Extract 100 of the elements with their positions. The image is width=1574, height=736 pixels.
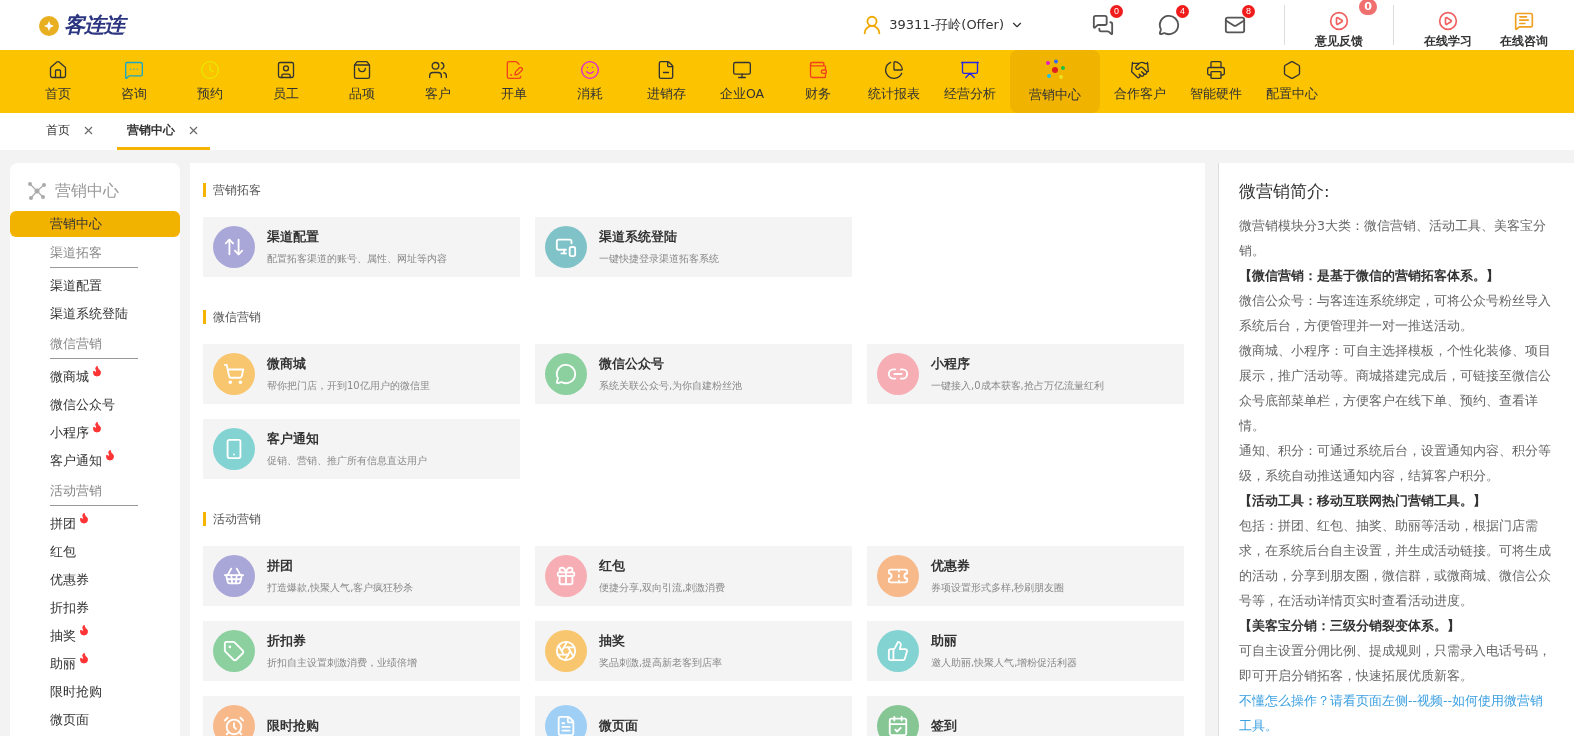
tag-icon <box>223 640 245 662</box>
card-description: 一键接入,0成本获客,抢占万亿流量红利 <box>931 378 1104 393</box>
count-badge: 4 <box>1176 5 1189 18</box>
chat-icon <box>1092 14 1114 36</box>
nav-item[interactable]: 统计报表 <box>859 50 929 113</box>
feature-card[interactable]: 折扣券 折扣自主设置刺激消费，业绩倍增 <box>203 621 520 681</box>
nav-item[interactable]: 合作客户 <box>1105 50 1175 113</box>
feature-card[interactable]: 优惠券 券项设置形式多样,秒刷朋友圈 <box>867 546 1184 606</box>
document-icon <box>656 60 676 80</box>
nav-item[interactable]: 预约 <box>175 50 245 113</box>
chat-icon <box>1514 10 1534 31</box>
nav-item[interactable]: 智能硬件 <box>1181 50 1251 113</box>
intro-paragraph: 微营销模块分3大类：微信营销、活动工具、美客宝分销。 <box>1239 217 1547 260</box>
feature-card[interactable]: 红包 便捷分享,双向引流,刺激消费 <box>535 546 852 606</box>
bag-icon <box>223 565 245 587</box>
nav-item[interactable]: 进销存 <box>631 50 701 113</box>
clock-icon <box>200 60 220 80</box>
notification-button[interactable]: 8 <box>1215 5 1255 45</box>
card-description: 折扣自主设置刺激消费，业绩倍增 <box>267 655 417 670</box>
card-title: 折扣券 <box>267 632 307 650</box>
sidebar-item[interactable]: 微页面 <box>10 706 180 734</box>
feature-card[interactable]: 渠道配置 配置拓客渠道的账号、属性、网址等内容 <box>203 217 520 277</box>
sidebar-item[interactable]: 限时抢购 <box>10 678 180 706</box>
feature-card[interactable]: 拼团 打造爆款,快聚人气,客户疯狂秒杀 <box>203 546 520 606</box>
chat-icon <box>124 60 144 80</box>
intro-paragraph: 可自主设置分佣比例、提成规则，只需录入电话号码，即可开启分销拓客，快速拓展优质新客。 <box>1239 642 1552 685</box>
feature-card[interactable]: 渠道系统登陆 一键快捷登录渠道拓客系统 <box>535 217 852 277</box>
card-title: 客户通知 <box>267 430 320 448</box>
sidebar-item[interactable]: 折扣券 <box>10 594 180 622</box>
sidebar-item[interactable]: 微信公众号 <box>10 391 180 419</box>
card-title: 渠道配置 <box>267 228 320 246</box>
nav-item[interactable]: 开单 <box>479 50 549 113</box>
card-description: 便捷分享,双向引流,刺激消费 <box>599 580 726 595</box>
feature-card[interactable]: 限时抢购 <box>203 696 520 736</box>
card-title: 渠道系统登陆 <box>599 228 678 246</box>
feature-card[interactable]: 微信公众号 系统关联公众号,为你自建粉丝池 <box>535 344 852 404</box>
notification-button[interactable]: 4 <box>1149 5 1189 45</box>
wallet-icon <box>808 60 828 80</box>
nav-item[interactable]: 营销中心 <box>1010 50 1100 113</box>
sidebar-item[interactable]: 优惠券 <box>10 566 180 594</box>
nav-item[interactable]: 财务 <box>783 50 853 113</box>
nav-item[interactable]: 员工 <box>251 50 321 113</box>
feature-card[interactable]: 微页面 <box>535 696 852 736</box>
header-link[interactable]: 在线咨询 <box>1486 0 1562 52</box>
bag-icon <box>352 60 372 80</box>
nav-item[interactable]: 配置中心 <box>1257 50 1327 113</box>
nav-item[interactable]: 客户 <box>403 50 473 113</box>
card-title: 红包 <box>599 557 626 575</box>
section-title: 微信营销 <box>203 310 1192 324</box>
sidebar-item[interactable]: 渠道系统登陆 <box>10 300 180 328</box>
feature-card[interactable]: 微商城 帮你把门店，开到10亿用户的微信里 <box>203 344 520 404</box>
intro-title: 微营销简介: <box>1239 181 1331 203</box>
nav-item[interactable]: 品项 <box>327 50 397 113</box>
play-icon <box>1438 10 1458 31</box>
card-description: 券项设置形式多样,秒刷朋友圈 <box>931 580 1065 595</box>
nav-item[interactable]: 首页 <box>23 50 93 113</box>
flame-icon <box>91 421 103 433</box>
feature-card[interactable]: 抽奖 奖品刺激,提高新老客到店率 <box>535 621 852 681</box>
card-description: 系统关联公众号,为你自建粉丝池 <box>599 378 743 393</box>
count-badge: 8 <box>1242 5 1255 18</box>
page-tab[interactable]: 营销中心 <box>117 122 210 150</box>
arrows-icon <box>223 236 245 258</box>
intro-paragraph: 微信公众号：与客连连系统绑定，可将公众号粉丝导入系统后台，方便管理并一对一推送活动。 <box>1239 292 1552 335</box>
page-tab[interactable]: 首页 <box>36 122 105 150</box>
feature-card[interactable]: 签到 <box>867 696 1184 736</box>
notification-button[interactable]: 0 <box>1083 5 1123 45</box>
nav-item[interactable]: 企业OA <box>707 50 777 113</box>
sidebar-item[interactable]: 助丽 <box>10 650 180 678</box>
smile-icon <box>580 60 600 80</box>
nav-item[interactable]: 咨询 <box>99 50 169 113</box>
card-title: 抽奖 <box>599 632 626 650</box>
feature-card[interactable]: 助丽 邀人助丽,快聚人气,增粉促活利器 <box>867 621 1184 681</box>
user-menu[interactable]: 39311-孖岭(Offer) <box>855 13 1030 37</box>
sidebar-item[interactable]: 红包 <box>10 538 180 566</box>
count-badge: 0 <box>1110 5 1123 18</box>
handshake-icon <box>1130 60 1150 80</box>
count-badge: 0 <box>1359 0 1377 15</box>
intro-paragraph: 【美客宝分销：三级分销裂变体系。】 <box>1239 617 1461 635</box>
feature-card[interactable]: 客户通知 促销、营销、推广所有信息直达用户 <box>203 419 520 479</box>
header-link[interactable]: 在线学习 <box>1410 0 1486 52</box>
monitor-icon <box>555 236 577 258</box>
sidebar-item[interactable]: 微商城 <box>10 363 180 391</box>
presentation-icon <box>960 60 980 80</box>
sidebar-item[interactable]: 渠道配置 <box>10 272 180 300</box>
id-card-icon <box>276 60 296 80</box>
card-title: 微信公众号 <box>599 355 665 373</box>
sidebar-item[interactable]: 小程序 <box>10 419 180 447</box>
card-title: 微商城 <box>267 355 307 373</box>
feature-card[interactable]: 小程序 一键接入,0成本获客,抢占万亿流量红利 <box>867 344 1184 404</box>
thumbs-up-icon <box>887 640 909 662</box>
gift-icon <box>555 565 577 587</box>
sidebar-item[interactable]: 拼团 <box>10 510 180 538</box>
section-title: 活动营销 <box>203 512 1192 526</box>
sidebar-item[interactable]: 抽奖 <box>10 622 180 650</box>
chat-bubble-icon <box>1158 14 1180 36</box>
nav-item[interactable]: 消耗 <box>555 50 625 113</box>
nav-item[interactable]: 经营分析 <box>935 50 1005 113</box>
sidebar-item[interactable]: 客户通知 <box>10 447 180 475</box>
sidebar-item[interactable]: 营销中心 <box>10 211 180 237</box>
wheel-icon <box>555 640 577 662</box>
